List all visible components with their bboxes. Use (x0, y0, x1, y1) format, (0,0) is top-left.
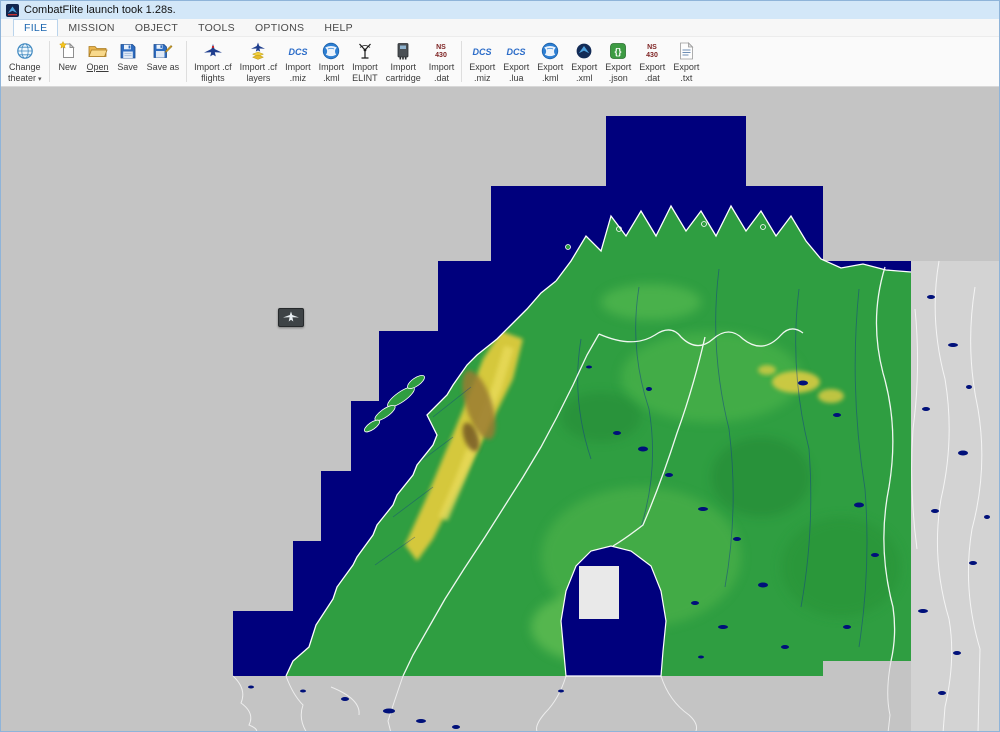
import-dat-button[interactable]: NS 430 Import .dat (425, 38, 459, 85)
json-icon: {} (610, 40, 627, 61)
import-cartridge-button[interactable]: Import cartridge (382, 38, 425, 85)
menu-options[interactable]: OPTIONS (245, 19, 314, 36)
combatflite-window: CombatFlite launch took 1.28s. FILE MISS… (0, 0, 1000, 732)
open-button[interactable]: Open (83, 38, 113, 85)
import-cf-flights-button[interactable]: Import .cf flights (190, 38, 236, 85)
aircraft-marker[interactable] (278, 308, 304, 327)
new-document-icon (58, 40, 77, 61)
import-miz-button[interactable]: DCS Import .miz (281, 38, 315, 85)
toolbar-separator (186, 41, 188, 82)
svg-text:430: 430 (646, 52, 658, 59)
save-floppy-icon (120, 40, 136, 61)
svg-text:430: 430 (436, 52, 448, 59)
titlebar: CombatFlite launch took 1.28s. (1, 1, 999, 19)
jet-icon (202, 40, 224, 61)
import-cf-layers-button[interactable]: Import .cf layers (236, 38, 282, 85)
google-earth-globe-icon (541, 40, 559, 61)
toolbar-separator (461, 41, 463, 82)
import-kml-button[interactable]: Import .kml (315, 38, 349, 85)
ns430-icon: NS 430 (643, 40, 661, 61)
menu-mission[interactable]: MISSION (58, 19, 124, 36)
cartridge-icon (396, 40, 410, 61)
svg-text:{}: {} (615, 46, 623, 56)
file-toolbar: Change theater ▾ New Open Save Save as I… (1, 37, 999, 87)
menu-file[interactable]: FILE (13, 19, 59, 36)
menu-help[interactable]: HELP (314, 19, 363, 36)
import-elint-button[interactable]: Import ELINT (348, 38, 382, 85)
export-lua-button[interactable]: DCS Export .lua (499, 38, 533, 85)
open-folder-icon (87, 40, 108, 61)
svg-text:NS: NS (437, 44, 447, 51)
map-viewport[interactable] (1, 87, 999, 731)
map-image (1, 87, 999, 731)
export-json-button[interactable]: {} Export .json (601, 38, 635, 85)
dcs-logo-icon: DCS (287, 40, 309, 61)
aircraft-icon (283, 311, 299, 322)
new-button[interactable]: New (53, 38, 83, 85)
save-as-button[interactable]: Save as (143, 38, 184, 85)
combatflite-logo-icon (576, 40, 592, 61)
menubar: FILE MISSION OBJECT TOOLS OPTIONS HELP (1, 19, 999, 37)
svg-text:DCS: DCS (288, 47, 307, 57)
export-xml-button[interactable]: Export .xml (567, 38, 601, 85)
combatflite-app-icon (6, 3, 19, 17)
export-txt-button[interactable]: Export .txt (669, 38, 703, 85)
menu-object[interactable]: OBJECT (125, 19, 188, 36)
google-earth-globe-icon (322, 40, 340, 61)
dcs-logo-icon: DCS (471, 40, 493, 61)
svg-text:NS: NS (647, 44, 657, 51)
export-miz-button[interactable]: DCS Export .miz (465, 38, 499, 85)
antenna-icon (357, 40, 373, 61)
svg-text:DCS: DCS (507, 47, 526, 57)
export-dat-button[interactable]: NS 430 Export .dat (635, 38, 669, 85)
map-data-notch (579, 566, 619, 619)
save-as-floppy-icon (153, 40, 173, 61)
svg-text:DCS: DCS (473, 47, 492, 57)
dropdown-caret-icon: ▾ (38, 75, 42, 83)
lowres-terrain-strip (911, 261, 999, 731)
change-theater-button[interactable]: Change theater ▾ (4, 38, 46, 85)
menu-tools[interactable]: TOOLS (188, 19, 245, 36)
ns430-icon: NS 430 (432, 40, 450, 61)
globe-icon (16, 40, 34, 61)
save-button[interactable]: Save (113, 38, 143, 85)
window-title: CombatFlite launch took 1.28s. (24, 4, 176, 16)
export-kml-button[interactable]: Export .kml (533, 38, 567, 85)
dcs-logo-icon: DCS (505, 40, 527, 61)
text-file-icon (679, 40, 694, 61)
toolbar-separator (48, 41, 50, 82)
jet-layers-icon (247, 40, 269, 61)
